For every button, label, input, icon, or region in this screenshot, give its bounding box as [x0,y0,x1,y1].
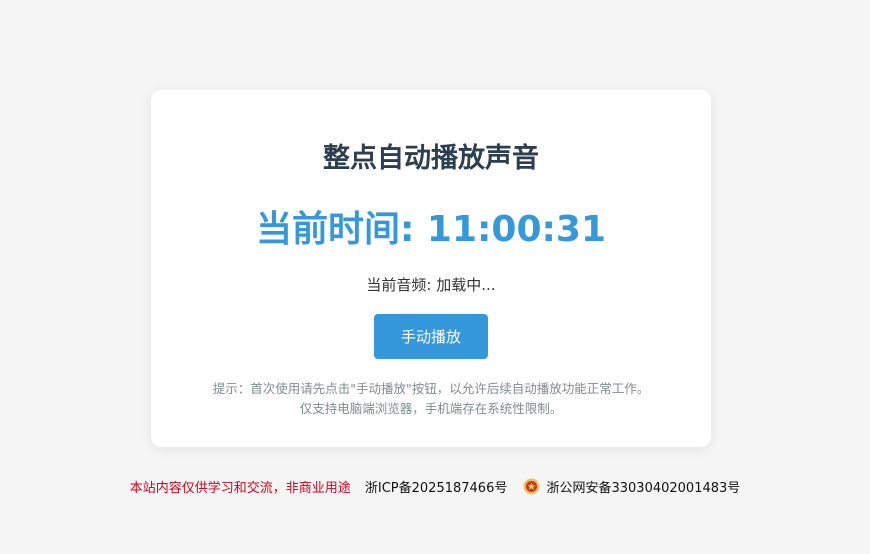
page-title: 整点自动播放声音 [323,143,539,174]
icp-record-link[interactable]: 浙ICP备2025187466号 [365,481,507,496]
current-time-value: 11:00:31 [426,209,607,250]
current-time-label: 当前时间: [255,209,427,250]
current-audio-label: 当前音频: [366,276,437,294]
police-record-link[interactable]: 浙公网安备33030402001483号 [523,478,741,496]
site-footer: 本站内容仅供学习和交流，非商业用途 浙ICP备2025187466号 浙公网安备… [0,478,870,499]
non-commercial-notice: 本站内容仅供学习和交流，非商业用途 [129,481,351,496]
hint-line-1: 提示：首次使用请先点击"手动播放"按钮，以允许后续自动播放功能正常工作。 [212,381,650,396]
manual-play-button[interactable]: 手动播放 [374,314,488,359]
hint-line-2: 仅支持电脑端浏览器，手机端存在系统性限制。 [299,401,563,416]
police-badge-icon [523,478,540,495]
police-record-text: 浙公网安备33030402001483号 [546,481,741,496]
main-card: 整点自动播放声音 当前时间: 11:00:31 当前音频: 加载中... 手动播… [151,90,711,447]
usage-hint: 提示：首次使用请先点击"手动播放"按钮，以允许后续自动播放功能正常工作。 仅支持… [151,379,711,419]
current-time-display: 当前时间: 11:00:31 [151,207,711,253]
current-audio-status: 当前音频: 加载中... [151,274,711,296]
current-audio-value: 加载中... [436,276,496,294]
